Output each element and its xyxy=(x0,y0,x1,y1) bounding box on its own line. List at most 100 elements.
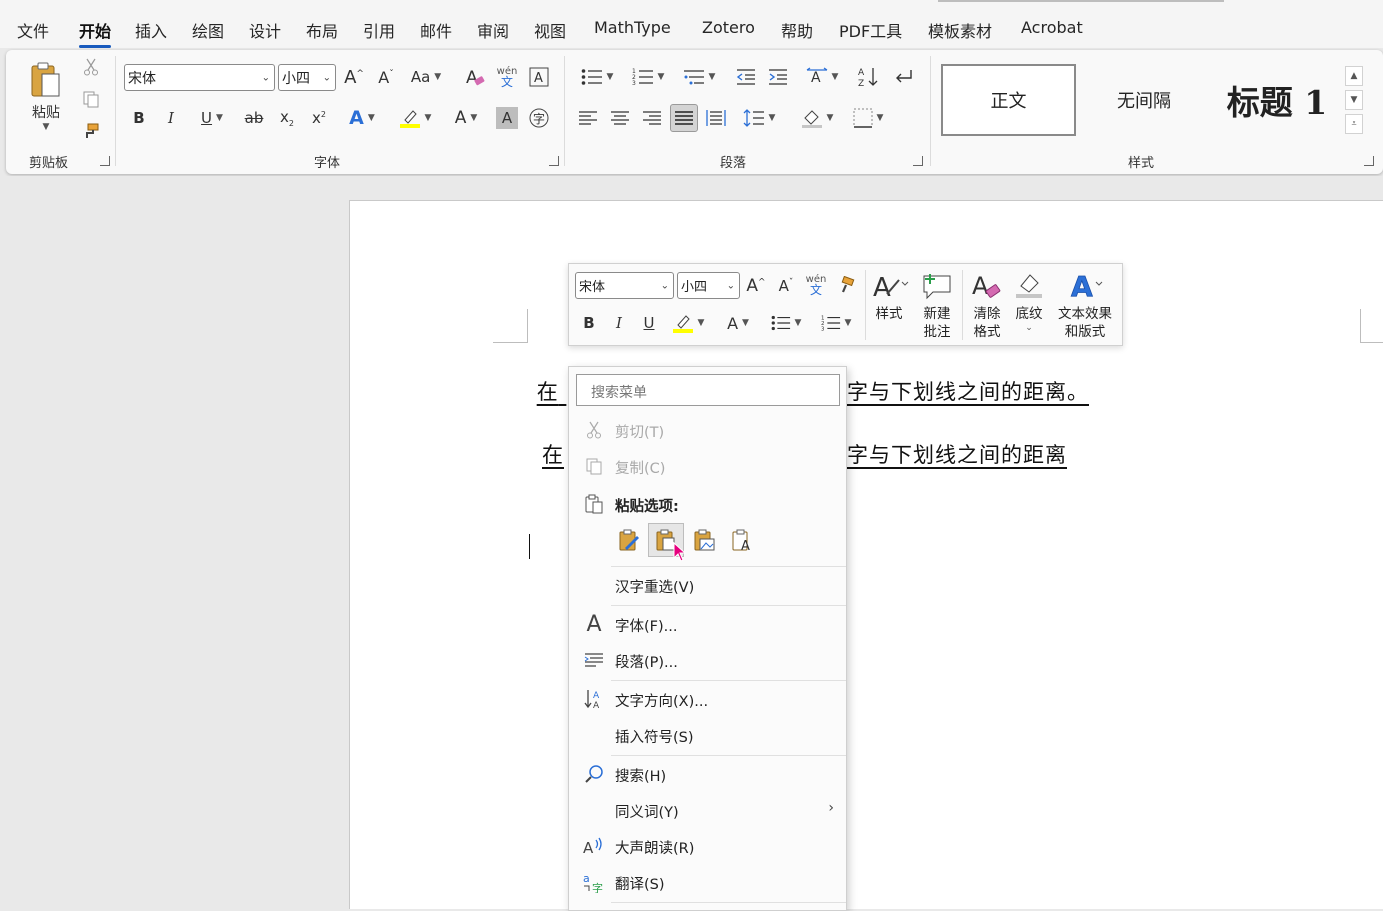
shrink-font-button[interactable]: Aˇ xyxy=(374,64,398,90)
tab-draw[interactable]: 绘图 xyxy=(192,18,224,42)
font-dialog-launcher[interactable] xyxy=(549,156,559,166)
tab-insert[interactable]: 插入 xyxy=(135,18,167,42)
tab-acrobat[interactable]: Acrobat xyxy=(1021,18,1083,37)
mini-clear-format-button[interactable]: A 清除 格式 xyxy=(967,270,1007,341)
tab-mathtype[interactable]: MathType xyxy=(594,18,671,37)
align-center-button[interactable] xyxy=(608,105,632,131)
character-shading-button[interactable]: A xyxy=(496,107,518,129)
mini-italic-button[interactable]: I xyxy=(609,310,629,336)
tab-pdf-tools[interactable]: PDF工具 xyxy=(839,18,902,42)
menu-item-insert-symbol[interactable]: 插入符号(S) xyxy=(569,718,846,752)
paste-dropdown-caret[interactable]: ▼ xyxy=(43,122,50,132)
tab-help[interactable]: 帮助 xyxy=(781,18,813,42)
style-heading-1[interactable]: 标题 1 xyxy=(1212,64,1342,136)
tab-zotero[interactable]: Zotero xyxy=(702,18,755,37)
superscript-button[interactable]: x2 xyxy=(308,105,330,131)
tab-template-assets[interactable]: 模板素材 xyxy=(928,18,992,42)
mini-format-painter-button[interactable] xyxy=(833,272,859,299)
subscript-button[interactable]: x2 xyxy=(276,105,298,131)
menu-item-cut[interactable]: 剪切(T) xyxy=(569,413,846,447)
clear-formatting-button[interactable]: A xyxy=(462,64,488,90)
chinese-layout-button[interactable]: A ▼ xyxy=(801,64,843,90)
mini-shrink-font-button[interactable]: Aˇ xyxy=(773,272,799,299)
styles-scroll-up[interactable]: ▲ xyxy=(1345,66,1363,86)
numbering-button[interactable]: 123 ▼ xyxy=(627,64,669,90)
mini-shading-button[interactable]: 底纹 ⌄ xyxy=(1009,270,1049,333)
paste-text-only-button[interactable]: A xyxy=(724,523,760,557)
styles-more[interactable]: ⩡ xyxy=(1345,114,1363,134)
underline-button[interactable]: U ▼ xyxy=(192,105,232,131)
highlight-button[interactable]: ▼ xyxy=(394,105,436,131)
bullets-button[interactable]: ▼ xyxy=(576,64,618,90)
bold-button[interactable]: B xyxy=(128,105,150,131)
styles-dialog-launcher[interactable] xyxy=(1364,156,1374,166)
style-normal[interactable]: 正文 xyxy=(941,64,1076,136)
decrease-indent-button[interactable] xyxy=(734,64,758,90)
menu-item-read-aloud[interactable]: A 大声朗读(R) xyxy=(569,829,846,863)
mini-bullets-button[interactable]: ▼ xyxy=(765,310,807,336)
character-border-button[interactable]: A xyxy=(527,64,551,90)
change-case-button[interactable]: Aa ▼ xyxy=(406,64,446,90)
justify-button[interactable] xyxy=(670,104,698,132)
borders-button[interactable]: ▼ xyxy=(847,105,889,131)
menu-item-text-direction[interactable]: AA 文字方向(X)... xyxy=(569,682,846,716)
multilevel-list-button[interactable]: ▼ xyxy=(678,64,720,90)
font-name-combo[interactable]: 宋体 ⌄ xyxy=(124,64,275,91)
text-effects-button[interactable]: A ▼ xyxy=(342,105,382,131)
phonetic-guide-button[interactable]: wén 文 xyxy=(494,62,520,92)
mini-underline-button[interactable]: U xyxy=(639,310,659,336)
mini-font-size-combo[interactable]: 小四 ⌄ xyxy=(677,272,740,299)
menu-item-synonyms[interactable]: 同义词(Y) › xyxy=(569,793,846,827)
styles-scroll-down[interactable]: ▼ xyxy=(1345,90,1363,110)
tab-references[interactable]: 引用 xyxy=(363,18,395,42)
mini-styles-button[interactable]: A 样式 xyxy=(869,270,909,323)
paragraph-dialog-launcher[interactable] xyxy=(913,156,923,166)
menu-item-search[interactable]: 搜索(H) xyxy=(569,757,846,791)
chevron-down-icon: ▼ xyxy=(657,72,665,82)
show-hide-marks-button[interactable] xyxy=(891,64,915,90)
font-size-combo[interactable]: 小四 ⌄ xyxy=(278,64,336,91)
tab-mailings[interactable]: 邮件 xyxy=(420,18,452,42)
enclose-characters-button[interactable]: 字 xyxy=(527,105,551,131)
sort-button[interactable]: AZ xyxy=(856,64,880,90)
line-spacing-button[interactable]: ▼ xyxy=(738,105,780,131)
mini-numbering-button[interactable]: 123 ▼ xyxy=(815,310,857,336)
mini-phonetic-guide-button[interactable]: wén 文 xyxy=(803,270,829,300)
mini-grow-font-button[interactable]: A^ xyxy=(743,272,769,299)
font-color-button[interactable]: A ▼ xyxy=(446,105,486,131)
mini-text-effects-button[interactable]: A 文本效果 和版式 xyxy=(1051,270,1119,341)
menu-item-translate[interactable]: a字 翻译(S) xyxy=(569,865,846,899)
mini-new-comment-button[interactable]: 新建 批注 xyxy=(917,270,957,341)
increase-indent-button[interactable] xyxy=(766,64,790,90)
mini-highlight-button[interactable]: ▼ xyxy=(667,310,709,336)
menu-search-input[interactable]: 搜索菜单 xyxy=(576,374,840,406)
tab-design[interactable]: 设计 xyxy=(249,18,281,42)
tab-file[interactable]: 文件 xyxy=(17,18,49,42)
tab-layout[interactable]: 布局 xyxy=(306,18,338,42)
cut-button[interactable] xyxy=(80,56,102,78)
italic-button[interactable]: I xyxy=(160,105,182,131)
menu-item-copy[interactable]: 复制(C) xyxy=(569,449,846,483)
tab-review[interactable]: 审阅 xyxy=(477,18,509,42)
grow-font-button[interactable]: A^ xyxy=(342,64,366,90)
copy-button[interactable] xyxy=(80,88,102,110)
distributed-button[interactable] xyxy=(704,105,728,131)
menu-item-reconvert[interactable]: 汉字重选(V) xyxy=(569,568,846,602)
mini-font-color-button[interactable]: A ▼ xyxy=(719,310,757,336)
menu-item-font[interactable]: A 字体(F)... xyxy=(569,607,846,641)
align-left-button[interactable] xyxy=(576,105,600,131)
format-painter-button[interactable] xyxy=(80,120,102,142)
shading-button[interactable]: ▼ xyxy=(796,105,838,131)
align-right-button[interactable] xyxy=(640,105,664,131)
mini-font-name-combo[interactable]: 宋体 ⌄ xyxy=(575,272,674,299)
tab-view[interactable]: 视图 xyxy=(534,18,566,42)
paste-button[interactable]: 粘贴 ▼ xyxy=(28,56,64,136)
style-no-spacing[interactable]: 无间隔 xyxy=(1078,64,1210,136)
paste-picture-button[interactable] xyxy=(686,523,722,557)
menu-item-paragraph[interactable]: 段落(P)... xyxy=(569,643,846,677)
mini-bold-button[interactable]: B xyxy=(579,310,599,336)
paste-keep-source-button[interactable] xyxy=(611,523,647,557)
tab-home[interactable]: 开始 xyxy=(79,18,112,48)
clipboard-dialog-launcher[interactable] xyxy=(100,156,110,166)
strikethrough-button[interactable]: ab xyxy=(242,105,266,131)
